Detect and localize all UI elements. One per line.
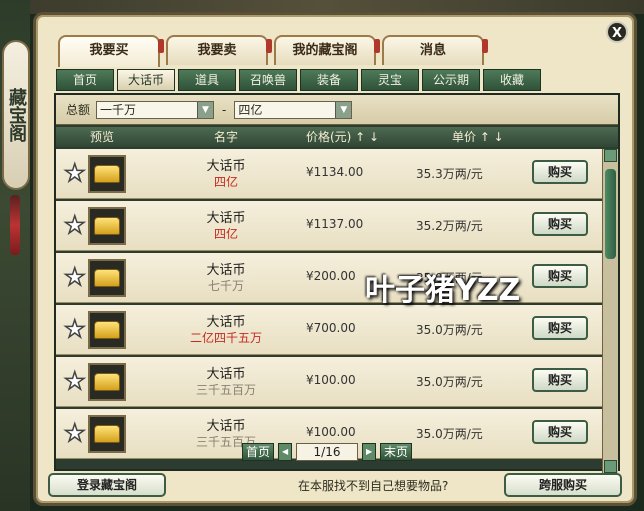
item-name: 大话币: [206, 367, 246, 382]
item-price: ¥700.00: [306, 321, 356, 335]
item-preview[interactable]: [88, 207, 126, 245]
item-unit-price: 35.0万两/元: [416, 375, 483, 389]
login-pavilion-button[interactable]: 登录藏宝阁: [48, 473, 166, 497]
buy-button[interactable]: 购买: [532, 316, 588, 340]
item-price: ¥1134.00: [306, 165, 364, 179]
top-tab[interactable]: 我要卖: [166, 35, 272, 65]
category-tab[interactable]: 召唤兽: [239, 69, 297, 91]
category-tab[interactable]: 道具: [178, 69, 236, 91]
filter-label: 总额: [66, 103, 91, 117]
buy-button[interactable]: 购买: [532, 160, 588, 184]
item-preview[interactable]: [88, 155, 126, 193]
category-tabs: 首页 大话币 道具 召唤兽 装备 灵宝 公示期 收藏: [56, 69, 541, 91]
top-tab[interactable]: 我要买: [58, 35, 164, 67]
last-page-button[interactable]: 末页: [380, 443, 413, 461]
item-name: 大话币: [206, 159, 246, 174]
tassel-decoration: [10, 195, 20, 255]
treasure-pavilion-window: X 我要买 我要卖 我的藏宝阁 消息 首页 大话币 道具 召唤兽 装备 灵宝 公示期 收藏 总额 一…: [33, 12, 637, 506]
listing-row[interactable]: ★ 大话币 七千万 ¥200.00 35.0万两/元 购买: [56, 253, 604, 303]
favorite-star-icon[interactable]: ★: [63, 160, 86, 186]
page-indicator: 1/16: [296, 443, 359, 461]
top-tabs: 我要买 我要卖 我的藏宝阁 消息: [58, 35, 488, 67]
item-price: ¥1137.00: [306, 217, 364, 231]
dropdown-icon[interactable]: ▼: [197, 101, 214, 118]
gold-ingot-icon: [94, 373, 120, 391]
favorite-star-icon[interactable]: ★: [63, 212, 86, 238]
cross-server-hint: 在本服找不到自己想要物品?: [298, 479, 449, 493]
first-page-button[interactable]: 首页: [242, 443, 275, 461]
item-preview[interactable]: [88, 311, 126, 349]
item-name: 大话币: [206, 419, 246, 434]
gold-ingot-icon: [94, 321, 120, 339]
listing-row[interactable]: ★ 大话币 四亿 ¥1134.00 35.3万两/元 购买: [56, 149, 604, 199]
favorite-star-icon[interactable]: ★: [63, 368, 86, 394]
scrollbar[interactable]: [602, 149, 618, 473]
item-amount: 二亿四千五万: [189, 331, 262, 345]
category-tab[interactable]: 灵宝: [361, 69, 419, 91]
item-amount: 四亿: [213, 175, 238, 189]
item-unit-price: 35.0万两/元: [416, 427, 483, 441]
item-price: ¥100.00: [306, 425, 356, 439]
gold-ingot-icon: [94, 217, 120, 235]
buy-button[interactable]: 购买: [532, 264, 588, 288]
category-tab[interactable]: 装备: [300, 69, 358, 91]
close-button[interactable]: X: [606, 21, 628, 43]
listing-panel: 总额 一千万 ▼ - 四亿 ▼ 预览 名字 价格(元) ↑ ↓ 单价 ↑ ↓ ★…: [54, 93, 620, 473]
item-price: ¥100.00: [306, 373, 356, 387]
item-preview[interactable]: [88, 363, 126, 401]
top-tab[interactable]: 我的藏宝阁: [274, 35, 380, 65]
category-tab[interactable]: 首页: [56, 69, 114, 91]
scroll-thumb[interactable]: [605, 169, 616, 259]
header-preview: 预览: [90, 130, 115, 144]
bottom-bar: 登录藏宝阁 在本服找不到自己想要物品? 跨服购买: [36, 469, 634, 503]
filter-max-select[interactable]: 四亿 ▼: [234, 100, 353, 119]
treasure-pavilion-badge: 藏宝阁: [2, 40, 30, 190]
top-tab[interactable]: 消息: [382, 35, 488, 65]
item-preview[interactable]: [88, 415, 126, 453]
listing-row[interactable]: ★ 大话币 四亿 ¥1137.00 35.2万两/元 购买: [56, 201, 604, 251]
listing-rows: ★ 大话币 四亿 ¥1134.00 35.3万两/元 购买 ★ 大话币 四亿 ¥1137.00 35…: [56, 149, 604, 473]
item-amount: 七千万: [207, 279, 244, 293]
item-name: 大话币: [206, 315, 246, 330]
category-tab[interactable]: 大话币: [117, 69, 175, 91]
watermark: 叶子猪YZZ: [365, 273, 521, 308]
filter-min-value: 一千万: [100, 102, 137, 117]
total-filter: 总额 一千万 ▼ - 四亿 ▼: [56, 95, 618, 125]
category-tab[interactable]: 收藏: [483, 69, 541, 91]
prev-page-icon[interactable]: ◀: [278, 443, 293, 461]
buy-button[interactable]: 购买: [532, 420, 588, 444]
buy-button[interactable]: 购买: [532, 212, 588, 236]
pagination: 首页 ◀ 1/16 ▶ 末页: [242, 443, 413, 461]
filter-min-select[interactable]: 一千万 ▼: [96, 100, 215, 119]
scroll-up-button[interactable]: [604, 149, 617, 162]
item-unit-price: 35.2万两/元: [416, 219, 483, 233]
dropdown-icon[interactable]: ▼: [335, 101, 352, 118]
cross-server-buy-button[interactable]: 跨服购买: [504, 473, 622, 497]
item-name: 大话币: [206, 263, 246, 278]
next-page-icon[interactable]: ▶: [362, 443, 377, 461]
table-header: 预览 名字 价格(元) ↑ ↓ 单价 ↑ ↓: [56, 127, 618, 147]
favorite-star-icon[interactable]: ★: [63, 316, 86, 342]
gold-ingot-icon: [94, 269, 120, 287]
gold-ingot-icon: [94, 425, 120, 443]
header-unit-price[interactable]: 单价 ↑ ↓: [452, 127, 504, 147]
item-price: ¥200.00: [306, 269, 356, 283]
favorite-star-icon[interactable]: ★: [63, 264, 86, 290]
item-amount: 四亿: [213, 227, 238, 241]
item-preview[interactable]: [88, 259, 126, 297]
header-price[interactable]: 价格(元) ↑ ↓: [306, 127, 379, 147]
category-tab[interactable]: 公示期: [422, 69, 480, 91]
item-unit-price: 35.3万两/元: [416, 167, 483, 181]
gold-ingot-icon: [94, 165, 120, 183]
listing-row[interactable]: ★ 大话币 二亿四千五万 ¥700.00 35.0万两/元 购买: [56, 305, 604, 355]
listing-row[interactable]: ★ 大话币 三千五百万 ¥100.00 35.0万两/元 购买: [56, 357, 604, 407]
filter-max-value: 四亿: [238, 102, 263, 117]
item-unit-price: 35.0万两/元: [416, 323, 483, 337]
filter-separator: -: [222, 102, 227, 117]
header-name: 名字: [214, 130, 239, 144]
buy-button[interactable]: 购买: [532, 368, 588, 392]
item-name: 大话币: [206, 211, 246, 226]
item-amount: 三千五百万: [195, 383, 256, 397]
favorite-star-icon[interactable]: ★: [63, 420, 86, 446]
